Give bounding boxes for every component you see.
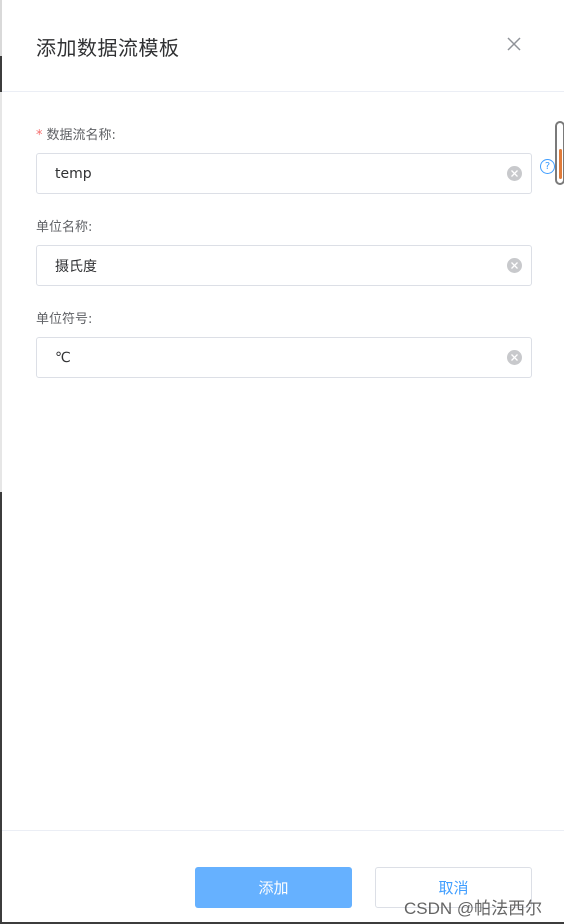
background-edge	[0, 92, 2, 492]
unit-symbol-field	[36, 337, 532, 378]
close-icon[interactable]	[502, 32, 526, 56]
form-item-unit-name: 单位名称:	[36, 219, 532, 286]
dialog-title: 添加数据流模板	[36, 36, 180, 60]
add-button[interactable]: 添加	[195, 867, 352, 908]
stream-name-input[interactable]	[55, 154, 495, 193]
question-circle-icon[interactable]: ?	[540, 159, 555, 174]
form-item-unit-symbol: 单位符号:	[36, 311, 532, 378]
field-label: * 数据流名称:	[36, 127, 532, 145]
stream-name-label: 数据流名称:	[46, 128, 116, 143]
stream-name-field	[36, 153, 532, 194]
scrollbar[interactable]	[555, 121, 564, 185]
form-item-stream-name: * 数据流名称:	[36, 127, 532, 194]
footer-divider	[2, 830, 564, 831]
dialog: 添加数据流模板 *数据流名称: ? 单位名称: 单位符号:	[0, 0, 564, 924]
clear-icon[interactable]	[507, 350, 522, 365]
unit-symbol-label: 单位符号:	[36, 312, 93, 327]
unit-symbol-input[interactable]	[55, 338, 495, 377]
unit-name-label: 单位名称:	[36, 220, 93, 235]
scrollbar-thumb[interactable]	[559, 149, 562, 179]
watermark: CSDN @帕法西尔	[404, 899, 543, 918]
clear-icon[interactable]	[507, 166, 522, 181]
unit-name-input[interactable]	[55, 246, 495, 285]
dialog-header: 添加数据流模板	[2, 0, 564, 92]
required-mark: *	[36, 128, 43, 143]
unit-name-field	[36, 245, 532, 286]
clear-icon[interactable]	[507, 258, 522, 273]
